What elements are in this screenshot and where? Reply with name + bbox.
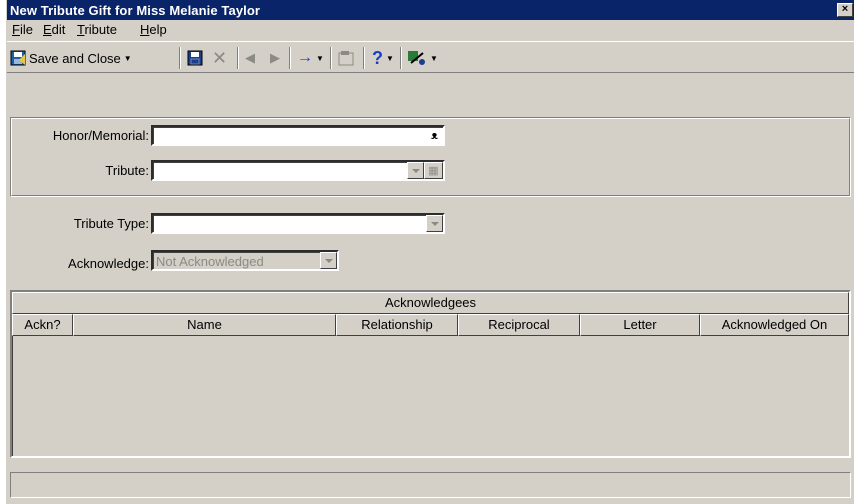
save-button[interactable] — [187, 47, 203, 69]
chevron-down-icon: ▼ — [386, 53, 394, 63]
tribute-lookup-button[interactable]: ▦ — [424, 162, 443, 179]
toolbar-separator — [289, 47, 291, 69]
delete-button[interactable]: ✕ — [212, 47, 227, 69]
tools-button[interactable]: ▼ — [407, 47, 438, 69]
toolbar-separator — [179, 47, 181, 69]
goto-button[interactable]: → ▼ — [297, 47, 324, 69]
tribute-label: Tribute: — [105, 163, 149, 178]
column-header-name[interactable]: Name — [73, 314, 336, 336]
close-button[interactable]: × — [837, 3, 853, 17]
column-header-reciprocal[interactable]: Reciprocal — [458, 314, 580, 336]
title-bar: New Tribute Gift for Miss Melanie Taylor… — [7, 0, 854, 20]
tribute-type-dropdown-button[interactable] — [426, 215, 443, 232]
acknowledge-select[interactable]: Not Acknowledged — [151, 250, 339, 271]
save-and-close-button[interactable]: Save and Close ▼ — [10, 47, 132, 69]
help-icon: ? — [372, 47, 383, 68]
arrow-left-icon: ◀ — [245, 50, 255, 65]
toolbar: Save and Close ▼ ✕ ◀ ▶ → ▼ ? ▼ ▼ — [7, 41, 854, 73]
toolbar-separator — [237, 47, 239, 69]
arrow-right-icon: ▶ — [270, 50, 280, 65]
window-title: New Tribute Gift for Miss Melanie Taylor — [10, 3, 261, 18]
tribute-type-select[interactable] — [151, 213, 445, 234]
delete-icon: ✕ — [212, 47, 228, 68]
column-header-ackn[interactable]: Ackn? — [12, 314, 73, 336]
menu-tribute[interactable]: Tribute — [77, 22, 117, 37]
honor-memorial-label: Honor/Memorial: — [52, 128, 149, 143]
column-header-relationship[interactable]: Relationship — [336, 314, 458, 336]
properties-button[interactable] — [338, 47, 356, 69]
chevron-down-icon — [324, 258, 333, 263]
grid-title: Acknowledgees — [12, 292, 849, 314]
tools-icon — [408, 51, 425, 65]
chevron-down-icon — [430, 221, 439, 226]
acknowledgees-grid[interactable]: Acknowledgees Ackn? Name Relationship Re… — [10, 290, 851, 458]
menu-file[interactable]: File — [12, 22, 33, 37]
toolbar-separator — [400, 47, 402, 69]
chevron-down-icon — [411, 168, 420, 173]
toolbar-separator — [363, 47, 365, 69]
lookup-icon: ▦ — [428, 165, 439, 177]
binoculars-icon: ᴥ — [431, 129, 438, 142]
chevron-down-icon: ▼ — [430, 53, 438, 63]
tribute-input[interactable] — [151, 160, 445, 181]
status-bar — [10, 472, 851, 498]
tribute-type-label: Tribute Type: — [73, 216, 149, 231]
properties-icon — [338, 51, 354, 66]
tribute-dropdown-button[interactable] — [407, 162, 424, 179]
save-icon — [187, 50, 203, 66]
chevron-down-icon: ▼ — [123, 53, 132, 63]
honor-search-button[interactable]: ᴥ — [425, 127, 444, 144]
help-button[interactable]: ? ▼ — [372, 47, 394, 69]
toolbar-separator — [330, 47, 332, 69]
menu-help[interactable]: Help — [140, 22, 167, 37]
next-button[interactable]: ▶ — [270, 47, 280, 69]
save-close-icon — [10, 50, 26, 66]
menu-edit[interactable]: Edit — [43, 22, 65, 37]
chevron-down-icon: ▼ — [316, 53, 324, 63]
menu-bar: File Edit Tribute Help — [7, 20, 854, 40]
previous-button[interactable]: ◀ — [245, 47, 255, 69]
column-header-letter[interactable]: Letter — [580, 314, 700, 336]
column-header-acknowledged-on[interactable]: Acknowledged On — [700, 314, 849, 336]
arrow-right-icon: → — [297, 49, 313, 66]
save-and-close-label: Save and Close — [29, 50, 121, 66]
acknowledge-label: Acknowledge: — [68, 256, 149, 271]
acknowledge-dropdown-button[interactable] — [320, 252, 337, 269]
tribute-gift-window: New Tribute Gift for Miss Melanie Taylor… — [6, 0, 854, 504]
honor-memorial-input[interactable] — [151, 125, 445, 146]
